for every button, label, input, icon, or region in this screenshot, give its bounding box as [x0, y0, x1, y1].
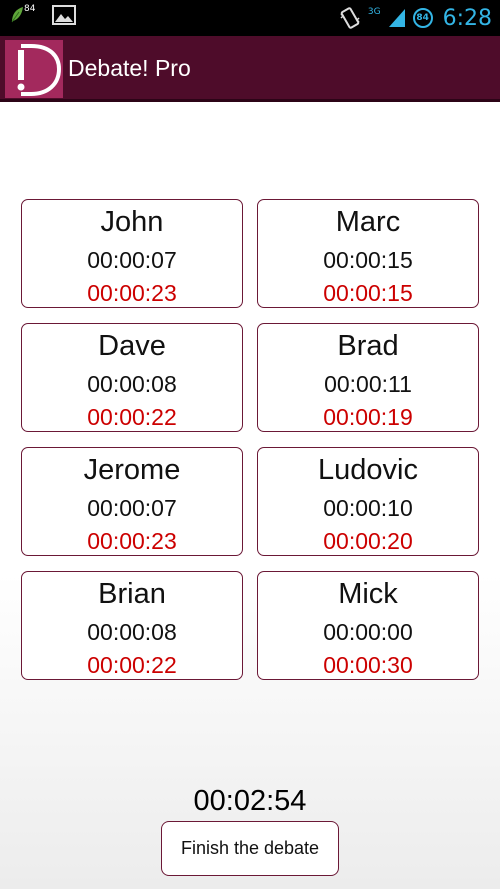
speaker-elapsed-time: 00:00:08 — [87, 619, 177, 645]
speaker-elapsed-time: 00:00:11 — [324, 371, 412, 397]
speaker-remaining-time: 00:00:22 — [87, 652, 177, 678]
status-system-icons: 3G 84 6:28 — [338, 0, 492, 36]
speaker-name: Dave — [98, 330, 166, 362]
vibrate-icon — [338, 6, 362, 30]
status-notifications: 84 — [10, 4, 76, 26]
speaker-card[interactable]: Dave 00:00:08 00:00:22 — [21, 323, 243, 432]
speaker-card[interactable]: John 00:00:07 00:00:23 — [21, 199, 243, 308]
app-title: Debate! Pro — [68, 55, 191, 81]
status-time: 6:28 — [442, 5, 492, 31]
speaker-elapsed-time: 00:00:07 — [87, 495, 177, 521]
speaker-remaining-time: 00:00:19 — [323, 404, 413, 430]
speaker-elapsed-time: 00:00:15 — [323, 247, 413, 273]
speaker-card[interactable]: Mick 00:00:00 00:00:30 — [257, 571, 479, 680]
speaker-card[interactable]: Brad 00:00:11 00:00:19 — [257, 323, 479, 432]
notification-count: 84 — [24, 4, 36, 14]
signal-icon — [387, 7, 407, 29]
speaker-elapsed-time: 00:00:00 — [323, 619, 413, 645]
speaker-remaining-time: 00:00:20 — [323, 528, 413, 554]
speaker-remaining-time: 00:00:15 — [323, 280, 413, 306]
gallery-icon — [52, 4, 76, 26]
status-bar: 84 3G 84 6:28 — [0, 0, 500, 36]
speaker-elapsed-time: 00:00:10 — [323, 495, 413, 521]
leaf-icon: 84 — [10, 4, 35, 24]
speaker-name: Brian — [98, 578, 166, 610]
speaker-name: Brad — [337, 330, 399, 362]
network-type: 3G — [367, 7, 381, 17]
speaker-remaining-time: 00:00:30 — [323, 652, 413, 678]
speaker-grid: John 00:00:07 00:00:23 Marc 00:00:15 00:… — [21, 199, 479, 680]
debate-screen: John 00:00:07 00:00:23 Marc 00:00:15 00:… — [0, 102, 500, 889]
speaker-name: John — [100, 206, 164, 238]
battery-icon: 84 — [412, 8, 433, 28]
speaker-card[interactable]: Marc 00:00:15 00:00:15 — [257, 199, 479, 308]
speaker-card[interactable]: Jerome 00:00:07 00:00:23 — [21, 447, 243, 556]
action-bar: Debate! Pro — [0, 36, 500, 102]
speaker-name: Ludovic — [318, 454, 418, 486]
speaker-name: Mick — [338, 578, 398, 610]
speaker-remaining-time: 00:00:22 — [87, 404, 177, 430]
speaker-remaining-time: 00:00:23 — [87, 280, 177, 306]
speaker-remaining-time: 00:00:23 — [87, 528, 177, 554]
app-logo[interactable] — [5, 40, 63, 98]
speaker-elapsed-time: 00:00:07 — [87, 247, 177, 273]
speaker-elapsed-time: 00:00:08 — [87, 371, 177, 397]
speaker-name: Marc — [335, 206, 401, 238]
speaker-card[interactable]: Brian 00:00:08 00:00:22 — [21, 571, 243, 680]
total-debate-time: 00:02:54 — [193, 785, 307, 817]
speaker-name: Jerome — [83, 454, 181, 486]
finish-debate-button[interactable]: Finish the debate — [161, 821, 339, 876]
speaker-card[interactable]: Ludovic 00:00:10 00:00:20 — [257, 447, 479, 556]
